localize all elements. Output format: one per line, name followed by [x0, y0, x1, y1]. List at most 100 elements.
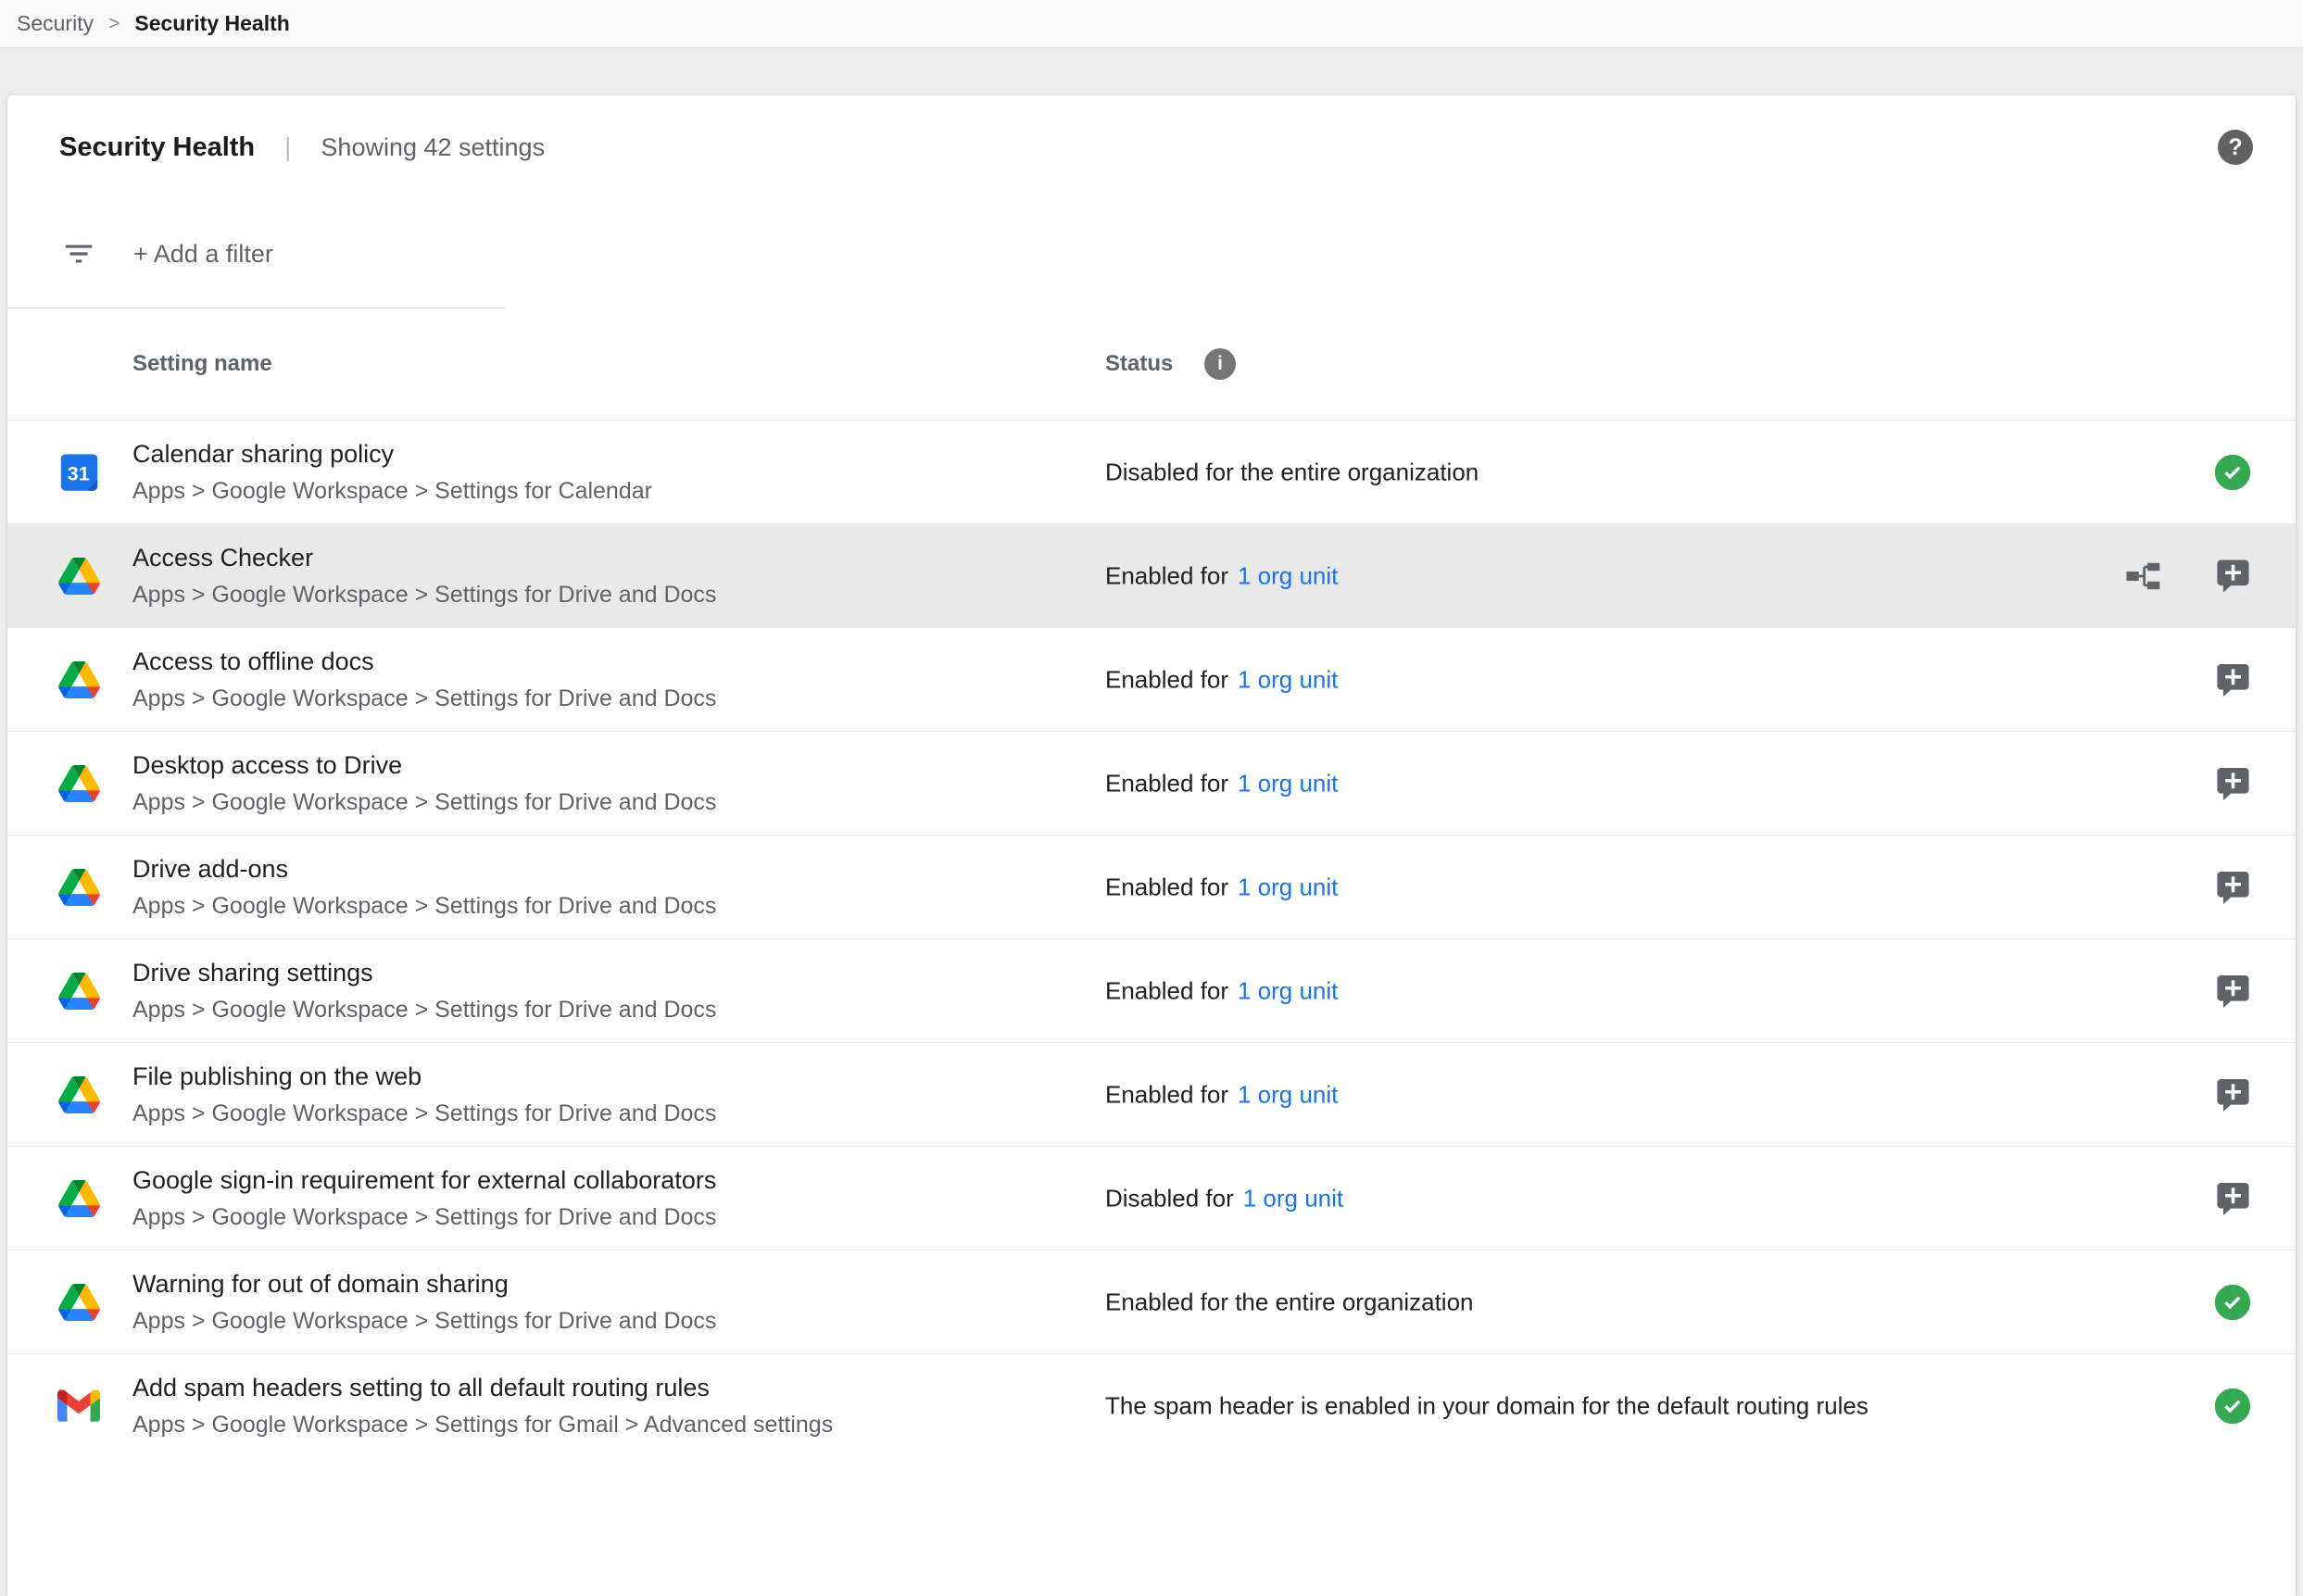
status-org-unit-link[interactable]: 1 org unit [1238, 561, 1338, 590]
status-text: Enabled for [1105, 665, 1228, 694]
setting-text: Desktop access to Drive Apps > Google Wo… [132, 751, 716, 816]
filter-icon[interactable] [61, 236, 96, 271]
status-text: Disabled for the entire organization [1105, 458, 1479, 486]
help-icon[interactable]: ? [2218, 130, 2253, 165]
row-trailing-icons [2215, 1180, 2251, 1216]
row-trailing-icons [2214, 454, 2251, 491]
settings-count: Showing 42 settings [321, 133, 545, 162]
recommendation-badge-icon[interactable] [2215, 1180, 2251, 1216]
setting-path: Apps > Google Workspace > Settings for D… [132, 1308, 716, 1335]
table-row[interactable]: Desktop access to Drive Apps > Google Wo… [7, 731, 2296, 835]
recommendation-badge-icon[interactable] [2215, 765, 2251, 801]
setting-icon-slot [56, 558, 102, 595]
setting-path: Apps > Google Workspace > Settings for D… [132, 893, 716, 920]
column-status: Status [1105, 351, 1173, 377]
status-org-unit-link[interactable]: 1 org unit [1238, 665, 1338, 694]
setting-status: Enabled for 1 org unit [1105, 1080, 1338, 1109]
status-text: Enabled for [1105, 976, 1228, 1005]
google-drive-icon [58, 1284, 100, 1321]
breadcrumb-security[interactable]: Security [17, 11, 94, 36]
status-ok-icon [2214, 1388, 2251, 1425]
status-org-unit-link[interactable]: 1 org unit [1238, 769, 1338, 798]
recommendation-badge-icon[interactable] [2215, 1076, 2251, 1112]
setting-icon-slot [56, 765, 102, 802]
recommendation-badge-icon[interactable] [2215, 973, 2251, 1009]
google-calendar-icon: 31 [58, 451, 100, 493]
title-divider: | [284, 132, 291, 162]
table-row[interactable]: Access Checker Apps > Google Workspace >… [7, 523, 2296, 627]
google-drive-icon [58, 558, 100, 595]
setting-path: Apps > Google Workspace > Settings for D… [132, 685, 716, 712]
setting-title: Add spam headers setting to all default … [132, 1374, 833, 1402]
setting-icon-slot [56, 1284, 102, 1321]
setting-text: Access to offline docs Apps > Google Wor… [132, 647, 716, 712]
setting-icon-slot [56, 1389, 102, 1422]
setting-text: Access Checker Apps > Google Workspace >… [132, 544, 716, 609]
page-title: Security Health [59, 132, 255, 163]
setting-path: Apps > Google Workspace > Settings for D… [132, 582, 716, 609]
setting-title: Google sign-in requirement for external … [132, 1166, 716, 1195]
add-filter-button[interactable]: + Add a filter [133, 240, 273, 269]
setting-text: File publishing on the web Apps > Google… [132, 1062, 716, 1127]
table-row[interactable]: Add spam headers setting to all default … [7, 1353, 2296, 1457]
status-info-icon[interactable]: i [1204, 348, 1236, 380]
status-text: Enabled for the entire organization [1105, 1288, 1474, 1316]
status-ok-icon [2214, 454, 2251, 491]
breadcrumb-security-health: Security Health [134, 11, 289, 36]
status-ok-icon [2214, 1284, 2251, 1321]
table-header: Setting name Status i [7, 308, 2296, 420]
recommendation-badge-icon[interactable] [2215, 661, 2251, 697]
recommendation-badge-icon[interactable] [2215, 558, 2251, 594]
setting-path: Apps > Google Workspace > Settings for D… [132, 1204, 716, 1231]
google-drive-icon [58, 1076, 100, 1113]
filter-bar: + Add a filter [7, 199, 2296, 308]
google-drive-icon [58, 973, 100, 1010]
table-row[interactable]: Drive sharing settings Apps > Google Wor… [7, 938, 2296, 1042]
breadcrumb-separator: > [108, 13, 120, 35]
row-trailing-icons [2215, 1076, 2251, 1112]
google-drive-icon [58, 1180, 100, 1217]
google-drive-icon [58, 869, 100, 906]
setting-status: Disabled for 1 org unit [1105, 1184, 1343, 1213]
setting-path: Apps > Google Workspace > Settings for D… [132, 997, 716, 1024]
status-org-unit-link[interactable]: 1 org unit [1238, 976, 1338, 1005]
setting-title: Desktop access to Drive [132, 751, 716, 780]
setting-title: Access to offline docs [132, 647, 716, 676]
setting-icon-slot [56, 973, 102, 1010]
table-row[interactable]: 31 Calendar sharing policy Apps > Google… [7, 420, 2296, 523]
status-org-unit-link[interactable]: 1 org unit [1238, 1080, 1338, 1109]
status-text: The spam header is enabled in your domai… [1105, 1391, 1869, 1420]
table-row[interactable]: Google sign-in requirement for external … [7, 1146, 2296, 1250]
table-row[interactable]: Drive add-ons Apps > Google Workspace > … [7, 835, 2296, 938]
security-health-card: Security Health | Showing 42 settings ? … [7, 95, 2296, 1596]
status-org-unit-link[interactable]: 1 org unit [1238, 873, 1338, 901]
status-text: Enabled for [1105, 769, 1228, 798]
table-row[interactable]: Access to offline docs Apps > Google Wor… [7, 627, 2296, 731]
org-units-icon[interactable] [2124, 558, 2161, 595]
status-text: Enabled for [1105, 873, 1228, 901]
row-trailing-icons [2215, 869, 2251, 905]
setting-status: Enabled for 1 org unit [1105, 976, 1338, 1005]
setting-icon-slot [56, 661, 102, 698]
google-drive-icon [58, 765, 100, 802]
table-row[interactable]: Warning for out of domain sharing Apps >… [7, 1250, 2296, 1353]
card-header: Security Health | Showing 42 settings ? [7, 95, 2296, 199]
column-setting-name: Setting name [132, 351, 272, 377]
setting-title: Drive sharing settings [132, 959, 716, 987]
recommendation-badge-icon[interactable] [2215, 869, 2251, 905]
setting-status: Disabled for the entire organization [1105, 458, 1479, 486]
setting-text: Calendar sharing policy Apps > Google Wo… [132, 440, 652, 505]
setting-icon-slot [56, 1180, 102, 1217]
row-trailing-icons [2124, 558, 2251, 595]
setting-status: Enabled for the entire organization [1105, 1288, 1474, 1316]
gmail-icon [57, 1389, 100, 1422]
status-org-unit-link[interactable]: 1 org unit [1243, 1184, 1343, 1213]
row-trailing-icons [2215, 661, 2251, 697]
table-row[interactable]: File publishing on the web Apps > Google… [7, 1042, 2296, 1146]
setting-text: Drive add-ons Apps > Google Workspace > … [132, 855, 716, 920]
row-trailing-icons [2215, 765, 2251, 801]
status-text: Enabled for [1105, 1080, 1228, 1109]
setting-status: Enabled for 1 org unit [1105, 665, 1338, 694]
status-text: Disabled for [1105, 1184, 1234, 1213]
svg-text:31: 31 [67, 461, 89, 484]
